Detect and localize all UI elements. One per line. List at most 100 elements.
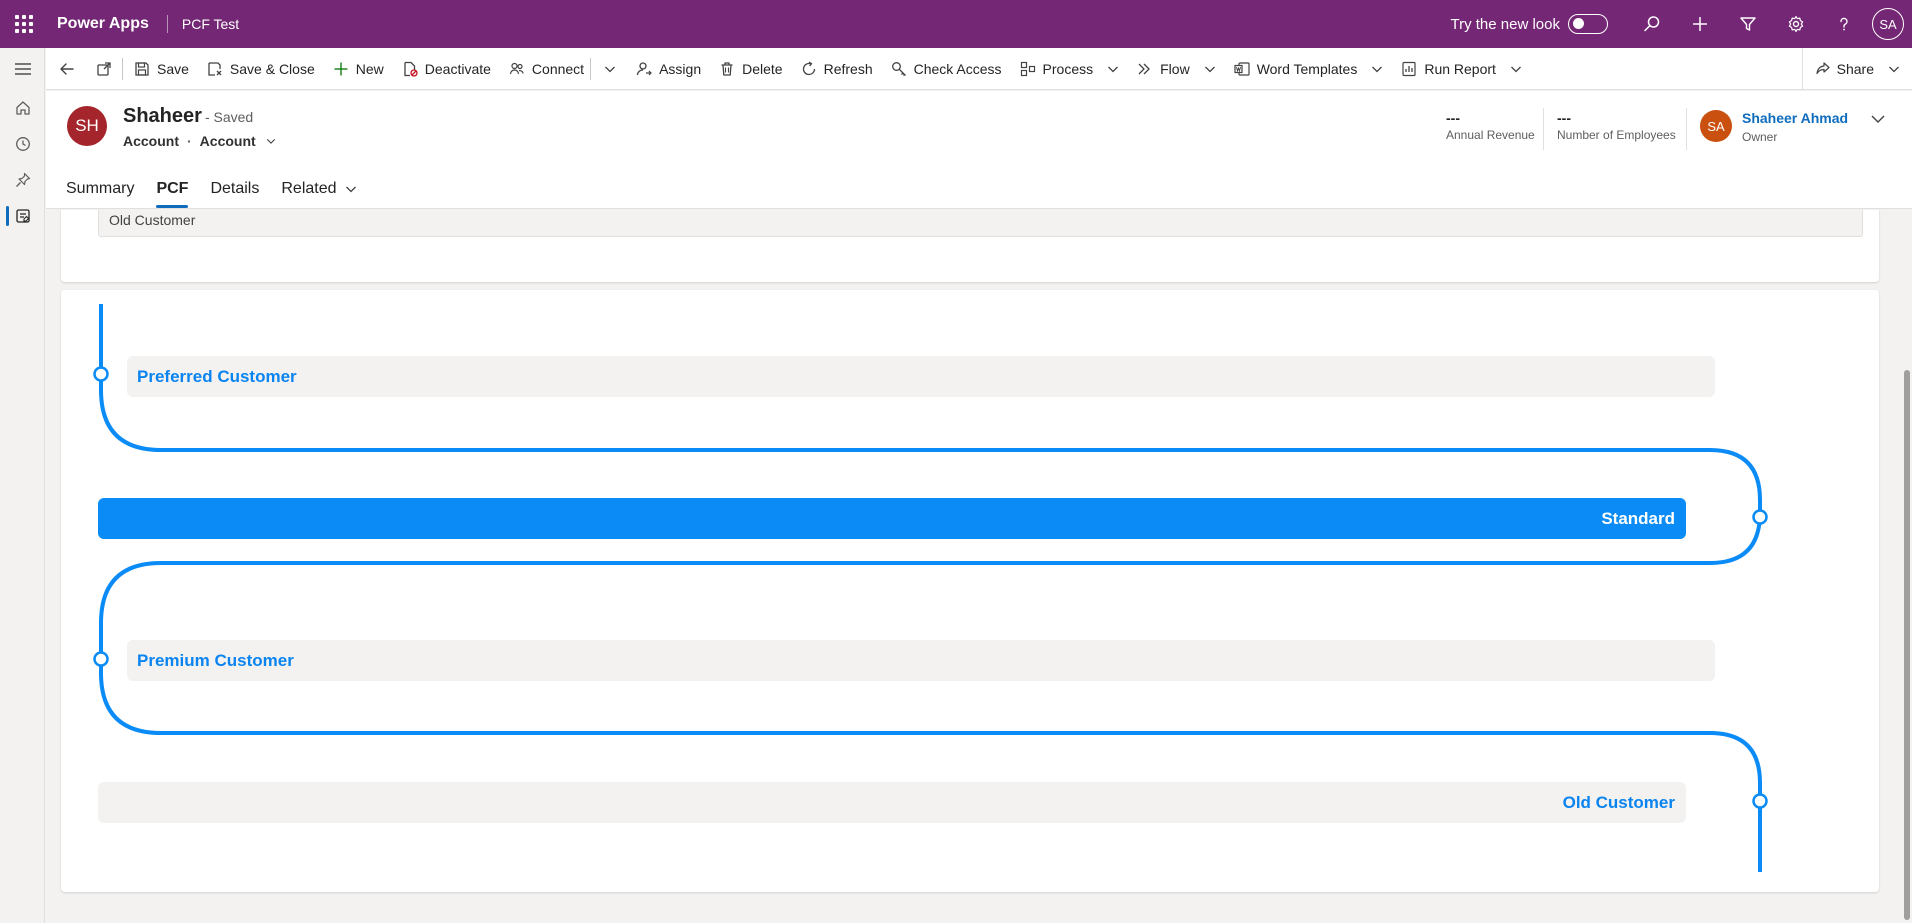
deactivate-icon <box>404 61 418 77</box>
user-avatar[interactable]: SA <box>1872 8 1904 40</box>
new-button[interactable]: New <box>324 48 393 90</box>
settings-button[interactable] <box>1772 0 1820 48</box>
share-icon <box>1816 62 1830 75</box>
person-icon <box>636 61 652 75</box>
nav-pinned[interactable] <box>0 162 45 198</box>
save-icon <box>135 61 149 76</box>
annual-revenue-value: --- <box>1446 110 1460 126</box>
search-icon <box>1644 16 1660 32</box>
tab-related-label: Related <box>281 180 337 197</box>
chevron-down-icon <box>1871 115 1885 123</box>
refresh-button[interactable]: Refresh <box>792 48 882 90</box>
arrow-left-icon <box>60 62 74 75</box>
new-look-toggle[interactable] <box>1568 14 1608 34</box>
add-button[interactable] <box>1676 0 1724 48</box>
owner-avatar: SA <box>1700 110 1732 142</box>
tab-pcf[interactable]: PCF <box>145 169 199 209</box>
check-access-button[interactable]: Check Access <box>882 48 1011 90</box>
help-button[interactable] <box>1820 0 1868 48</box>
flow-button[interactable]: Flow <box>1128 48 1225 90</box>
employees-field: --- Number of Employees <box>1557 110 1676 142</box>
record-avatar: SH <box>67 106 107 146</box>
word-icon <box>1234 61 1250 76</box>
delete-label: Delete <box>742 60 783 77</box>
process-label: Process <box>1042 60 1094 77</box>
assign-label: Assign <box>659 60 702 77</box>
stage-old-customer[interactable]: Old Customer <box>98 782 1686 823</box>
divider <box>166 15 168 33</box>
save-button[interactable]: Save <box>125 48 198 90</box>
tab-details[interactable]: Details <box>199 169 270 209</box>
save-status: - Saved <box>204 109 254 125</box>
nav-recent[interactable] <box>0 126 45 162</box>
pcf-section: Preferred Customer Standard Premium Cust… <box>61 290 1879 892</box>
share-label: Share <box>1836 61 1874 77</box>
employees-value: --- <box>1557 110 1571 126</box>
plus-icon <box>334 62 348 75</box>
menu-toggle-button[interactable] <box>0 48 45 90</box>
stage-standard[interactable]: Standard <box>98 498 1686 539</box>
chevron-down-icon <box>1204 66 1215 72</box>
annual-revenue-field: --- Annual Revenue <box>1446 110 1535 142</box>
search-button[interactable] <box>1628 0 1676 48</box>
owner-link[interactable]: Shaheer Ahmad <box>1742 110 1848 126</box>
app-name[interactable]: Power Apps <box>57 15 149 33</box>
share-button[interactable]: Share <box>1801 48 1912 90</box>
report-icon <box>1402 61 1416 76</box>
form-selector[interactable]: Account <box>200 133 276 149</box>
filter-icon <box>1740 17 1756 31</box>
chevron-down-icon <box>1108 66 1119 72</box>
divider <box>590 57 592 80</box>
word-templates-label: Word Templates <box>1256 60 1358 77</box>
chevron-down-icon <box>1889 66 1899 73</box>
nav-home[interactable] <box>0 90 45 126</box>
check-access-label: Check Access <box>913 60 1002 77</box>
expand-header-button[interactable] <box>1870 111 1886 132</box>
connect-label: Connect <box>531 60 585 77</box>
connect-button[interactable]: Connect <box>500 48 588 90</box>
employees-label: Number of Employees <box>1557 128 1676 142</box>
run-report-button[interactable]: Run Report <box>1392 48 1531 90</box>
form-name: Account <box>199 133 256 149</box>
form-tabs: Summary PCF Details Related <box>66 169 368 209</box>
vertical-scrollbar[interactable] <box>1901 210 1912 923</box>
connect-more-button[interactable] <box>593 48 627 90</box>
save-label: Save <box>157 60 189 77</box>
customer-type-field[interactable]: Old Customer <box>98 210 1863 237</box>
flow-label: Flow <box>1160 60 1190 77</box>
process-button[interactable]: Process <box>1011 48 1129 90</box>
app-launcher-button[interactable] <box>0 0 48 48</box>
scrollbar-thumb[interactable] <box>1904 370 1910 920</box>
deactivate-label: Deactivate <box>424 60 491 77</box>
stage-premium-customer[interactable]: Premium Customer <box>127 640 1715 681</box>
environment-name[interactable]: PCF Test <box>182 16 239 32</box>
separator-dot: · <box>187 133 192 149</box>
save-close-icon <box>208 61 222 76</box>
chevron-down-icon <box>266 138 275 144</box>
open-new-window-button[interactable] <box>88 48 120 90</box>
entity-icon <box>15 209 30 223</box>
chevron-down-icon <box>345 186 356 193</box>
tab-summary[interactable]: Summary <box>66 169 145 209</box>
record-name: Shaheer <box>123 105 202 127</box>
process-icon <box>1020 61 1035 76</box>
divider <box>1543 108 1544 150</box>
filter-button[interactable] <box>1724 0 1772 48</box>
save-close-button[interactable]: Save & Close <box>198 48 324 90</box>
stage-node <box>93 651 109 667</box>
question-icon <box>1840 17 1848 31</box>
plus-icon <box>1693 17 1707 31</box>
nav-entity-accounts[interactable] <box>0 198 45 234</box>
word-templates-button[interactable]: Word Templates <box>1225 48 1393 90</box>
flow-icon <box>1138 63 1150 74</box>
assign-button[interactable]: Assign <box>627 48 710 90</box>
stage-preferred-customer[interactable]: Preferred Customer <box>127 356 1715 397</box>
divider <box>122 57 123 80</box>
deactivate-button[interactable]: Deactivate <box>393 48 500 90</box>
save-close-label: Save & Close <box>229 60 315 77</box>
tab-related[interactable]: Related <box>270 169 367 209</box>
delete-button[interactable]: Delete <box>710 48 791 90</box>
back-button[interactable] <box>46 48 88 90</box>
home-icon <box>15 101 30 115</box>
divider <box>1686 108 1687 150</box>
